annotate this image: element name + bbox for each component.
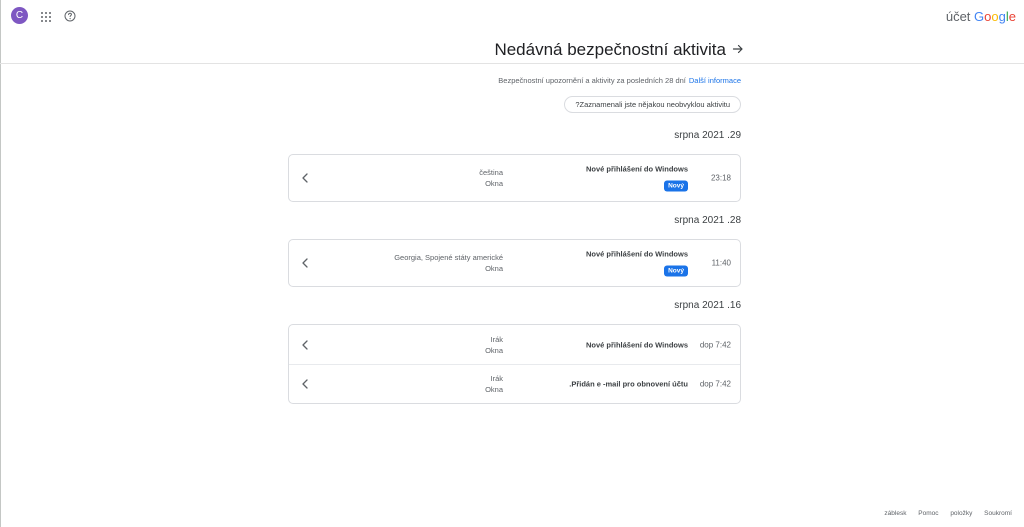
activity-location: Georgia, Spojené státy americké [394, 253, 503, 262]
chevron-left-icon[interactable] [301, 258, 309, 268]
event-title: .Přidán e -mail pro obnovení účtu [569, 379, 688, 389]
activity-meta: Georgia, Spojené státy americké Okna [394, 252, 503, 274]
google-wordmark: Google [974, 9, 1016, 24]
event-time: 23:18 [710, 173, 731, 183]
activity-card: Georgia, Spojené státy americké Okna Nov… [288, 239, 741, 287]
activity-meta: Irák Okna [485, 334, 503, 356]
date-heading: srpna 2021 .28 [674, 215, 741, 226]
footer-link-terms[interactable]: položky [950, 510, 972, 517]
footer-link-feedback[interactable]: záblesk [884, 510, 906, 517]
chevron-left-icon[interactable] [301, 379, 309, 389]
activity-card: Irák Okna Nové přihlášení do Windows dop… [288, 324, 741, 404]
page-header: Nedávná bezpečnostní aktivita [0, 34, 1024, 64]
footer-links: záblesk Pomoc položky Soukromí [874, 510, 1012, 517]
page-title: Nedávná bezpečnostní aktivita [494, 40, 726, 59]
activity-event: Nové přihlášení do Windows Nový [586, 164, 688, 193]
activity-location: Irák [490, 334, 503, 344]
event-time: dop 7:42 [699, 379, 731, 389]
brand-prefix: účet [945, 9, 971, 24]
activity-row[interactable]: Irák Okna Nové přihlášení do Windows dop… [289, 325, 740, 364]
activity-meta: čeština Okna [479, 167, 503, 189]
learn-more-link[interactable]: Další informace [689, 76, 741, 85]
activity-device: Okna [485, 345, 503, 355]
new-badge: Nový [664, 180, 688, 192]
footer-link-help[interactable]: Pomoc [918, 510, 938, 517]
activity-device: Okna [485, 385, 503, 394]
event-time: 11:40 [711, 258, 731, 268]
chevron-left-icon[interactable] [301, 173, 309, 183]
activity-event: .Přidán e -mail pro obnovení účtu [569, 379, 688, 390]
event-title: Nové přihlášení do Windows [585, 164, 688, 174]
activity-row[interactable]: čeština Okna Nové přihlášení do Windows … [289, 155, 740, 201]
activity-meta: Irák Okna [485, 373, 503, 395]
google-account-logo[interactable]: účet Google [946, 9, 1016, 24]
date-heading: srpna 2021 .29 [674, 130, 741, 141]
activity-row[interactable]: Irák Okna .Přidán e -mail pro obnovení ú… [289, 364, 740, 403]
activity-location: Irák [490, 374, 503, 383]
activity-event: Nové přihlášení do Windows [586, 339, 688, 350]
intro-description: Bezpečnostní upozornění a aktivity za po… [498, 76, 686, 85]
unusual-activity-button[interactable]: ?Zaznamenali jste nějakou neobvyklou akt… [564, 96, 741, 113]
date-heading: srpna 2021 .16 [674, 300, 741, 311]
new-badge: Nový [664, 265, 688, 277]
activity-event: Nové přihlášení do Windows Nový [586, 249, 688, 278]
footer-link-privacy[interactable]: Soukromí [984, 510, 1012, 517]
chevron-left-icon[interactable] [301, 339, 309, 350]
event-title: Nové přihlášení do Windows [585, 249, 688, 259]
activity-device: Okna [485, 264, 503, 273]
activity-row[interactable]: Georgia, Spojené státy americké Okna Nov… [289, 240, 740, 286]
event-title: Nové přihlášení do Windows [585, 340, 688, 349]
intro-text: Bezpečnostní upozornění a aktivity za po… [498, 76, 741, 85]
activity-device: Okna [485, 179, 503, 188]
top-bar: C účet Google [0, 0, 1024, 34]
page-edge [0, 0, 1, 527]
activity-location: čeština [479, 168, 503, 177]
avatar[interactable]: C [11, 7, 28, 24]
help-icon[interactable] [64, 10, 76, 22]
event-time: dop 7:42 [699, 340, 731, 349]
arrow-right-icon[interactable] [732, 43, 744, 55]
apps-grid-icon[interactable] [41, 12, 51, 22]
activity-card: čeština Okna Nové přihlášení do Windows … [288, 154, 741, 202]
